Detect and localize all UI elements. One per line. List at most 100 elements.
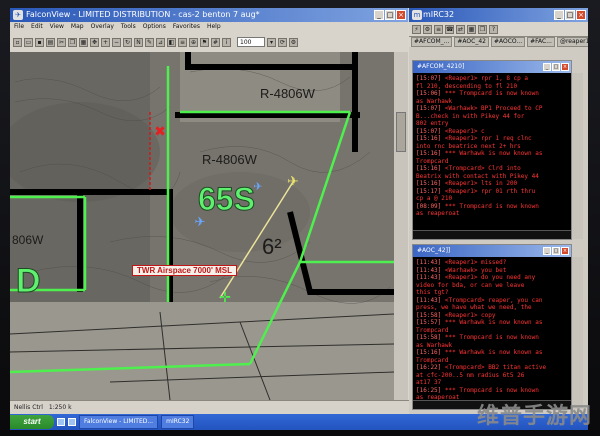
open-icon[interactable]: ▭ bbox=[24, 37, 33, 47]
maximize-button[interactable]: □ bbox=[552, 247, 560, 255]
airspace-tag[interactable]: TWR Airspace 7000' MSL bbox=[132, 265, 237, 276]
north-up-icon[interactable]: N bbox=[134, 37, 143, 47]
menu-map[interactable]: Map bbox=[71, 22, 84, 32]
chat-message: Trompcard bbox=[416, 158, 569, 166]
chat-message: [15:06] *** Trompcard is now known bbox=[416, 90, 569, 98]
menu-help[interactable]: Help bbox=[207, 22, 221, 32]
target-marker-icon[interactable]: ✖ bbox=[154, 124, 166, 140]
channel-tabs: #AFCOM_... #AOC_42 #AOCO... #FAC... @rea… bbox=[409, 37, 588, 47]
message-text: <Trompcard> BB2 titan active bbox=[444, 364, 547, 371]
draw-icon[interactable]: ✎ bbox=[145, 37, 154, 47]
measure-icon[interactable]: ⊿ bbox=[156, 37, 165, 47]
pan-icon[interactable]: ✥ bbox=[90, 37, 99, 47]
taskbar-item-falconview[interactable]: FalconView - LIMITED... bbox=[79, 415, 159, 429]
quick-launch-icon[interactable] bbox=[57, 418, 65, 426]
menu-options[interactable]: Options bbox=[143, 22, 166, 32]
chat-message: [15:58] <Reaper1> copy bbox=[416, 312, 569, 320]
minimize-button[interactable]: _ bbox=[374, 10, 384, 20]
chat-message: at cfc-200..5 nm radius 6t5 26 bbox=[416, 372, 569, 380]
chat-input[interactable] bbox=[413, 230, 571, 239]
zoom-in-icon[interactable]: + bbox=[101, 37, 110, 47]
chat-message: [15:07] <Reaper1> rpr 1, 8 cp a bbox=[416, 75, 569, 83]
map-canvas[interactable]: ✈ ✈ ✈ ✖ ✛ R-4806W R-4806W 806W 65S 6² D bbox=[10, 52, 394, 400]
map-view[interactable]: ✈ ✈ ✈ ✖ ✛ R-4806W R-4806W 806W 65S 6² D … bbox=[10, 52, 394, 400]
connect-icon[interactable]: ⚡ bbox=[412, 24, 421, 34]
help-icon[interactable]: ? bbox=[489, 24, 498, 34]
tile-icon[interactable]: ▦ bbox=[467, 24, 476, 34]
close-button[interactable]: × bbox=[561, 247, 569, 255]
close-button[interactable]: × bbox=[576, 10, 586, 20]
aircraft-marker-icon[interactable]: ✈ bbox=[195, 215, 206, 230]
chat-window-title[interactable]: #AFCOM_4210] _ □ × bbox=[413, 61, 571, 73]
cut-icon[interactable]: ✂ bbox=[57, 37, 66, 47]
menu-tools[interactable]: Tools bbox=[121, 22, 136, 32]
copy-icon[interactable]: ❐ bbox=[68, 37, 77, 47]
message-text: <Reaper1> lts in 200 bbox=[444, 180, 518, 187]
quick-launch-icon[interactable] bbox=[68, 418, 76, 426]
dcc-icon[interactable]: ⇄ bbox=[456, 24, 465, 34]
status-field: Nellis Ctrl bbox=[14, 404, 43, 411]
taskbar-item-mirc[interactable]: mIRC32 bbox=[161, 415, 195, 429]
close-button[interactable]: × bbox=[561, 63, 569, 71]
aircraft-marker-icon[interactable]: ✈ bbox=[287, 174, 299, 190]
chat-message: [11:43] <Reaper1> missed? bbox=[416, 259, 569, 267]
menu-overlay[interactable]: Overlay bbox=[91, 22, 114, 32]
tab-channel[interactable]: #AFCOM_... bbox=[411, 37, 453, 47]
maximize-button[interactable]: □ bbox=[552, 63, 560, 71]
grid-icon[interactable]: # bbox=[211, 37, 220, 47]
chat-scrollbar[interactable] bbox=[572, 73, 583, 239]
close-button[interactable]: × bbox=[396, 10, 406, 20]
menu-favorites[interactable]: Favorites bbox=[173, 22, 200, 32]
mirc-titlebar[interactable]: m mIRC32 _ □ × bbox=[409, 8, 588, 22]
tab-channel[interactable]: #AOC_42 bbox=[454, 37, 489, 47]
minimize-button[interactable]: _ bbox=[543, 63, 551, 71]
channel-list-icon[interactable]: ≡ bbox=[434, 24, 443, 34]
menu-file[interactable]: File bbox=[14, 22, 24, 32]
chevron-down-icon[interactable]: ▾ bbox=[267, 37, 276, 47]
airfield-marker-icon[interactable]: ✛ bbox=[219, 290, 231, 306]
message-timestamp: [15:16] bbox=[416, 349, 442, 356]
menu-view[interactable]: View bbox=[50, 22, 64, 32]
restricted-area-label: 806W bbox=[12, 233, 44, 247]
map-vertical-scrollbar[interactable] bbox=[394, 52, 408, 400]
maximize-button[interactable]: □ bbox=[565, 10, 575, 20]
minimize-button[interactable]: _ bbox=[543, 247, 551, 255]
info-icon[interactable]: i bbox=[222, 37, 231, 47]
flag-icon[interactable]: ⚑ bbox=[200, 37, 209, 47]
new-icon[interactable]: ▫ bbox=[13, 37, 22, 47]
message-text: Trompcard bbox=[416, 356, 449, 364]
message-text: Beatrix with contact with Pikey 44 bbox=[416, 172, 539, 180]
cascade-icon[interactable]: ❐ bbox=[478, 24, 487, 34]
scrollbar-thumb[interactable] bbox=[396, 112, 406, 152]
message-text: at17 37 bbox=[416, 379, 442, 386]
refresh-icon[interactable]: ⟳ bbox=[278, 37, 287, 47]
falconview-titlebar[interactable]: ✈ FalconView - LIMITED DISTRIBUTION - ca… bbox=[10, 8, 408, 22]
rotate-icon[interactable]: ↻ bbox=[123, 37, 132, 47]
chat-window-title[interactable]: #AOC_42]] _ □ × bbox=[413, 245, 571, 257]
tab-channel[interactable]: #AOCO... bbox=[490, 37, 526, 47]
chat-message: as reaperoat bbox=[416, 210, 569, 218]
chat-message: [08:09] *** Trompcard is now known bbox=[416, 203, 569, 211]
target-icon[interactable]: ⊕ bbox=[189, 37, 198, 47]
map-scale-select[interactable]: 100 bbox=[237, 37, 265, 47]
zoom-out-icon[interactable]: − bbox=[112, 37, 121, 47]
overlay-icon[interactable]: ◧ bbox=[167, 37, 176, 47]
menu-edit[interactable]: Edit bbox=[31, 22, 43, 32]
settings-icon[interactable]: ⚙ bbox=[289, 37, 298, 47]
message-timestamp: [15:16] bbox=[416, 150, 442, 157]
paste-icon[interactable]: ▦ bbox=[79, 37, 88, 47]
minimize-button[interactable]: _ bbox=[554, 10, 564, 20]
save-icon[interactable]: ▪ bbox=[35, 37, 44, 47]
options-icon[interactable]: ⚙ bbox=[423, 24, 432, 34]
address-book-icon[interactable]: ☎ bbox=[445, 24, 454, 34]
print-icon[interactable]: ▤ bbox=[46, 37, 55, 47]
chat-scrollbar[interactable] bbox=[572, 257, 583, 409]
window-controls: _ □ × bbox=[374, 10, 406, 20]
maximize-button[interactable]: □ bbox=[385, 10, 395, 20]
start-button[interactable]: start bbox=[10, 415, 54, 429]
tab-channel[interactable]: #FAC... bbox=[527, 37, 555, 47]
tab-channel[interactable]: @reaper1 bbox=[556, 37, 588, 47]
layers-icon[interactable]: ≡ bbox=[178, 37, 187, 47]
falconview-window: ✈ FalconView - LIMITED DISTRIBUTION - ca… bbox=[10, 8, 412, 415]
chat-message: [16:25] *** Trompcard is now known bbox=[416, 387, 569, 395]
